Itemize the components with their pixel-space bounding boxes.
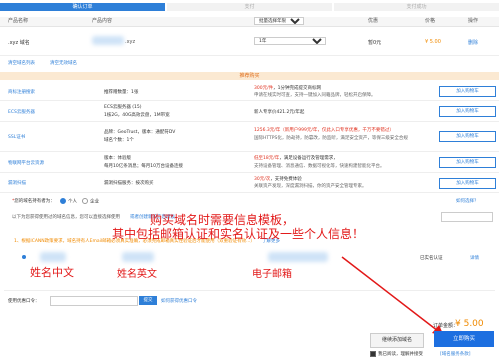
red-arrow-annotation (341, 256, 444, 336)
radio-unchecked-icon (82, 198, 88, 204)
name-en-blurred (122, 252, 154, 262)
product-content: 版本：体验版 (104, 156, 131, 161)
product-content: 推荐赠数量：1张 (104, 90, 139, 95)
annotation-line-2: 其中包括邮箱认证和实名认证及一些个人信息！ (112, 227, 365, 241)
period-select[interactable]: 1年 (254, 37, 326, 45)
add-to-cart-button[interactable]: 加入购物车 (439, 178, 496, 189)
domain-suffix: .xyz (125, 39, 136, 45)
col-discount: 优惠 (368, 18, 379, 24)
promo-price: 低至18元/年 (254, 156, 280, 161)
product-name[interactable]: 漏洞扫描 (8, 180, 26, 186)
product-desc: 国际HTTPS化，防劫持，防篡改，防监听，满足安全资产，等保三级安全合规 (254, 136, 408, 141)
coupon-label: 使用优惠口令： (8, 299, 40, 304)
buy-now-button[interactable]: 立即购买 (434, 331, 494, 347)
product-name: .xyz 域名 (8, 40, 30, 46)
product-row-ssl: SSL证书 品牌：GeoTrust，版本：通配符DV 域名个数：1个 1256.… (0, 122, 499, 152)
price-value: ¥ 5.00 (425, 39, 441, 45)
step-success: 支付成功 (334, 3, 499, 11)
terms-link[interactable]: [域名服务条款] (440, 351, 471, 357)
product-content-2: 1核2G，40G高效云盘，1M带宽 (104, 113, 170, 118)
recommend-title: 推荐购买 (0, 72, 499, 80)
radio-checked-icon (60, 198, 66, 204)
product-name[interactable]: ECS云服务器 (8, 109, 35, 115)
template-radio-icon[interactable] (22, 255, 26, 259)
owner-company-radio[interactable]: 企业 (82, 198, 99, 205)
add-to-cart-button[interactable]: 加入购物车 (439, 131, 496, 142)
step-pay: 支付 (167, 3, 332, 11)
owner-individual-radio[interactable]: 个人 (60, 198, 77, 205)
annotation-email: 电子邮箱 (252, 269, 292, 280)
annotation-name-cn: 姓名中文 (30, 266, 74, 279)
promo-text: ，1分钟完成提交商标网 (273, 86, 321, 91)
clear-invalid-link[interactable]: 清空无效域名 (50, 60, 77, 66)
product-content: ECS云服务器 (15) (104, 105, 142, 110)
coupon-help-link[interactable]: 如何获得优惠口令 (161, 298, 197, 304)
product-content-2: 每月10亿条消息；每月10万台设备连接 (104, 164, 183, 169)
product-row-scan: 漏洞扫描 漏洞扫描服务：按次购买 30元/次，支持免费体验 关联资产发现，深度漏… (0, 173, 499, 193)
product-name[interactable]: SSL证书 (8, 134, 25, 140)
product-desc: 关联资产发现，深度漏洞扫描，你的资产安全管理专家。 (254, 184, 367, 189)
coupon-submit-button[interactable]: 提交 (139, 296, 157, 305)
order-row: .xyz 域名 .xyz 1年 暂0元 ¥ 5.00 删除 (0, 27, 499, 56)
col-name: 产品名称 (8, 18, 29, 24)
detail-link[interactable]: 详情 (470, 255, 479, 261)
add-to-cart-button[interactable]: 加入购物车 (439, 86, 496, 97)
agree-checkbox[interactable] (370, 351, 376, 357)
template-info: 以下为您获得使用过的域名信息，您可以直接选择使用 (12, 215, 120, 220)
step-confirm: 确认订单 (0, 3, 165, 11)
product-row-trademark: 商标注册搜索 推荐赠数量：1张 300元/件，1分钟完成提交商标网 申请在线实时… (0, 82, 499, 101)
template-select[interactable] (441, 212, 493, 222)
how-to-choose-link[interactable]: 如何选择？ (456, 198, 479, 204)
product-desc: 申请在线实时可查，支持一键加入同籍品牌，轻松开启保障。 (254, 93, 376, 98)
table-header: 产品名称 产品内容 批量选择年限 优惠 价格 操作 (0, 17, 499, 27)
name-cn-blurred (40, 252, 66, 262)
product-row-ecs: ECS云服务器 ECS云服务器 (15) 1核2G，40G高效云盘，1M带宽 新… (0, 101, 499, 122)
col-content: 产品内容 (92, 18, 113, 24)
product-row-iot: 物联网平台云资源 版本：体验版 每月10亿条消息；每月10万台设备连接 低至18… (0, 152, 499, 173)
total-amount: ¥ 5.00 (455, 319, 484, 329)
annotation-name-en: 姓名英文 (117, 269, 157, 280)
promo-text: 1256.3元/年（新用户999元/年，仅此入口专享优惠，千万不要错过） (254, 128, 394, 133)
promo-price: 30元/次 (254, 177, 271, 182)
continue-add-domain-button[interactable]: 继续添加域名 (370, 333, 424, 348)
add-to-cart-button[interactable]: 加入购物车 (439, 157, 496, 168)
agree-text: 我已阅读，理解并接受 (378, 352, 423, 357)
promo-price: 300元/件 (254, 86, 274, 91)
delete-link[interactable]: 删除 (468, 39, 478, 46)
product-content-2: 域名个数：1个 (104, 138, 134, 143)
promo-text: ，支持免费体验 (270, 177, 302, 182)
col-action: 操作 (468, 18, 479, 24)
domain-blurred (92, 36, 124, 45)
discount-value: 暂0元 (368, 40, 382, 46)
product-content: 漏洞扫描服务：按次购买 (104, 181, 154, 186)
col-price: 价格 (425, 18, 436, 24)
product-name[interactable]: 商标注册搜索 (8, 89, 35, 95)
promo-text: 新人专享价421.2元/年起 (254, 110, 305, 115)
product-name[interactable]: 物联网平台云资源 (8, 160, 44, 166)
product-desc: 支持设备管理、消息通信、数据可视化等，快速构建智能化平台。 (254, 164, 385, 169)
product-content: 品牌：GeoTrust，版本：通配符DV (104, 130, 176, 135)
clear-all-link[interactable]: 清空域名列表 (8, 60, 35, 66)
promo-text: ，满足设备运行及管理需求， (279, 156, 338, 161)
batch-period-select[interactable]: 批量选择年限 (254, 17, 304, 25)
order-steps: 确认订单 支付 支付成功 (0, 3, 499, 11)
coupon-input[interactable] (50, 296, 138, 306)
email-blurred (268, 252, 328, 262)
add-to-cart-button[interactable]: 加入购物车 (439, 106, 496, 117)
owner-label: 您的域名持有者为： (14, 199, 55, 204)
